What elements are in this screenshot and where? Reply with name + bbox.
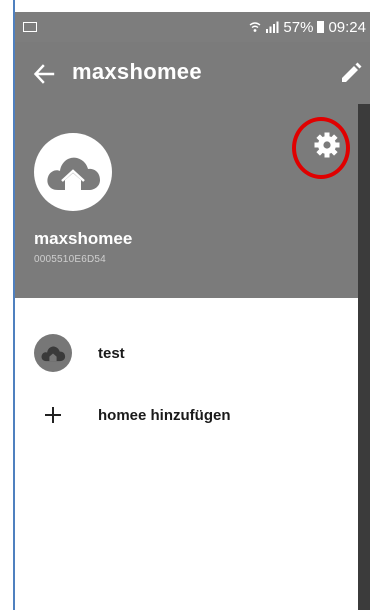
back-button[interactable]	[30, 60, 58, 88]
item-avatar	[34, 334, 72, 372]
edit-button[interactable]	[337, 59, 365, 87]
add-homee-button[interactable]: homee hinzufügen	[15, 391, 358, 439]
frame-edge	[0, 0, 15, 610]
app-title: maxshomee	[72, 59, 202, 84]
plus-icon	[45, 407, 61, 423]
battery-icon	[317, 21, 325, 33]
list-item-label: homee hinzufügen	[98, 406, 231, 424]
wifi-icon	[249, 22, 261, 32]
status-right: 57% 09:24	[249, 19, 366, 36]
profile-id: 0005510E6D54	[34, 254, 106, 265]
cloud-home-icon	[41, 346, 66, 362]
screen: 57% 09:24 maxshomee maxshomee 0005510E6D…	[0, 0, 370, 610]
item-icon	[34, 396, 72, 434]
status-time: 09:24	[328, 18, 366, 36]
signal-icon	[266, 21, 279, 33]
battery-percent: 57%	[283, 18, 314, 36]
profile-name: maxshomee	[34, 229, 133, 248]
arrow-left-icon	[33, 64, 55, 84]
highlight-circle	[292, 117, 350, 179]
list-item-label: test	[98, 344, 125, 362]
item-icon	[34, 334, 72, 372]
avatar[interactable]	[34, 133, 112, 211]
image-notification-icon	[23, 22, 37, 32]
cloud-home-icon	[47, 157, 100, 190]
pencil-icon	[342, 62, 362, 82]
drawer-scrim[interactable]	[358, 42, 370, 610]
list-item-test[interactable]: test	[15, 329, 358, 377]
status-bar: 57% 09:24	[15, 12, 370, 42]
homee-list: test homee hinzufügen	[15, 298, 358, 610]
